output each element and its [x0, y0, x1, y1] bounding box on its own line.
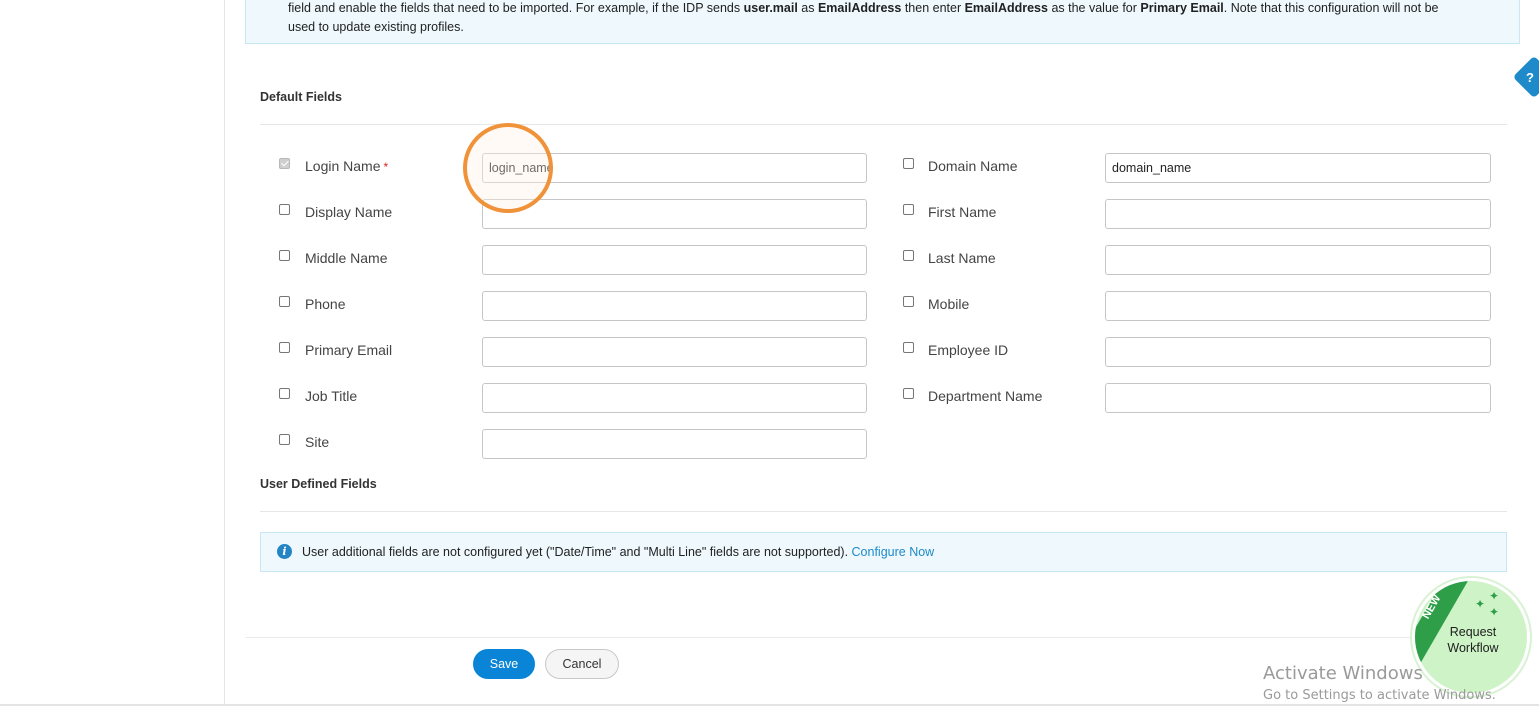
activate-windows-subtitle: Go to Settings to activate Windows.: [1263, 688, 1496, 703]
employee-id-input[interactable]: [1105, 337, 1491, 367]
primary-email-label-text: Primary Email: [305, 342, 393, 358]
banner-bold-term: EmailAddress: [817, 1, 902, 15]
site-label-text: Site: [305, 434, 330, 450]
left-sidebar: [0, 0, 225, 704]
first-name-input[interactable]: [1105, 199, 1491, 229]
primary-email-label: Primary Email: [305, 342, 392, 358]
help-icon[interactable]: ?: [1526, 70, 1534, 85]
banner-line-1: field and enable the fields that need to…: [288, 0, 1505, 18]
primary-email-input[interactable]: [482, 337, 867, 367]
click-highlight-ring: [463, 123, 553, 213]
employee-id-label: Employee ID: [928, 342, 1008, 358]
banner-text: field and enable the fields that need to…: [288, 1, 744, 15]
mobile-label: Mobile: [928, 296, 969, 312]
first-name-checkbox[interactable]: [903, 204, 914, 215]
request-workflow-line-2: Workflow: [1447, 641, 1499, 655]
phone-input[interactable]: [482, 291, 867, 321]
banner-text: as: [797, 1, 818, 15]
site-label: Site: [305, 434, 329, 450]
last-name-label: Last Name: [928, 250, 996, 266]
employee-id-label-text: Employee ID: [928, 342, 1009, 358]
banner-bold-term: Primary Email: [1140, 1, 1224, 15]
display-name-checkbox[interactable]: [279, 204, 290, 215]
first-name-label-text: First Name: [928, 204, 997, 220]
middle-name-label: Middle Name: [305, 250, 387, 266]
job-title-input[interactable]: [482, 383, 867, 413]
sparkle-icon: ✦: [1475, 597, 1486, 611]
job-title-label-text: Job Title: [305, 388, 358, 404]
import-info-banner: field and enable the fields that need to…: [245, 0, 1520, 44]
phone-label: Phone: [305, 296, 345, 312]
display-name-input[interactable]: [482, 199, 867, 229]
primary-email-checkbox[interactable]: [279, 342, 290, 353]
site-input[interactable]: [482, 429, 867, 459]
user-defined-fields-notice: i User additional fields are not configu…: [260, 532, 1507, 572]
banner-bold-term: EmailAddress: [964, 1, 1048, 15]
domain-name-input[interactable]: [1105, 153, 1491, 183]
department-name-checkbox[interactable]: [903, 388, 914, 399]
default-fields-divider: [260, 124, 1507, 125]
request-workflow-line-1: Request: [1449, 625, 1497, 639]
job-title-label: Job Title: [305, 388, 357, 404]
banner-text: as the value for: [1047, 1, 1141, 15]
banner-text: then enter: [901, 1, 965, 15]
request-workflow-label: Request Workflow: [1433, 624, 1513, 656]
sparkle-icon: ✦: [1489, 589, 1500, 603]
mobile-checkbox[interactable]: [903, 296, 914, 307]
login-name-label-text: Login Name: [305, 158, 381, 174]
middle-name-label-text: Middle Name: [305, 250, 388, 266]
employee-id-checkbox[interactable]: [903, 342, 914, 353]
default-fields-title: Default Fields: [260, 90, 342, 104]
banner-bold-term: user.mail: [743, 1, 798, 15]
user-defined-fields-title: User Defined Fields: [260, 477, 377, 491]
domain-name-checkbox[interactable]: [903, 158, 914, 169]
domain-name-label-text: Domain Name: [928, 158, 1018, 174]
last-name-label-text: Last Name: [928, 250, 996, 266]
site-checkbox[interactable]: [279, 434, 290, 445]
info-icon: i: [277, 544, 292, 559]
mobile-label-text: Mobile: [928, 296, 970, 312]
phone-label-text: Phone: [305, 296, 346, 312]
sparkle-icon: ✦: [1489, 605, 1500, 619]
notice-message: User additional fields are not configure…: [302, 545, 849, 559]
middle-name-input[interactable]: [482, 245, 867, 275]
activate-windows-title: Activate Windows: [1263, 663, 1423, 684]
department-name-label-text: Department Name: [928, 388, 1043, 404]
required-marker: *: [383, 160, 389, 174]
department-name-input[interactable]: [1105, 383, 1491, 413]
first-name-label: First Name: [928, 204, 996, 220]
banner-text: . Note that this configuration will not …: [1223, 1, 1439, 15]
login-name-checkbox: [279, 158, 290, 169]
display-name-label: Display Name: [305, 204, 392, 220]
request-workflow-badge[interactable]: NEW ✦ ✦ ✦ Request Workflow: [1412, 578, 1530, 696]
last-name-checkbox[interactable]: [903, 250, 914, 261]
login-name-label: Login Name *: [305, 158, 388, 174]
mobile-input[interactable]: [1105, 291, 1491, 321]
phone-checkbox[interactable]: [279, 296, 290, 307]
save-button[interactable]: Save: [473, 649, 535, 679]
domain-name-label: Domain Name: [928, 158, 1017, 174]
middle-name-checkbox[interactable]: [279, 250, 290, 261]
user-defined-fields-divider: [260, 511, 1507, 512]
department-name-label: Department Name: [928, 388, 1042, 404]
banner-line-2: used to update existing profiles.: [288, 20, 464, 34]
configure-now-link[interactable]: Configure Now: [852, 545, 935, 559]
footer-divider: [245, 637, 1520, 638]
last-name-input[interactable]: [1105, 245, 1491, 275]
cancel-button[interactable]: Cancel: [545, 649, 619, 679]
job-title-checkbox[interactable]: [279, 388, 290, 399]
display-name-label-text: Display Name: [305, 204, 393, 220]
user-defined-notice-text: User additional fields are not configure…: [302, 545, 934, 559]
